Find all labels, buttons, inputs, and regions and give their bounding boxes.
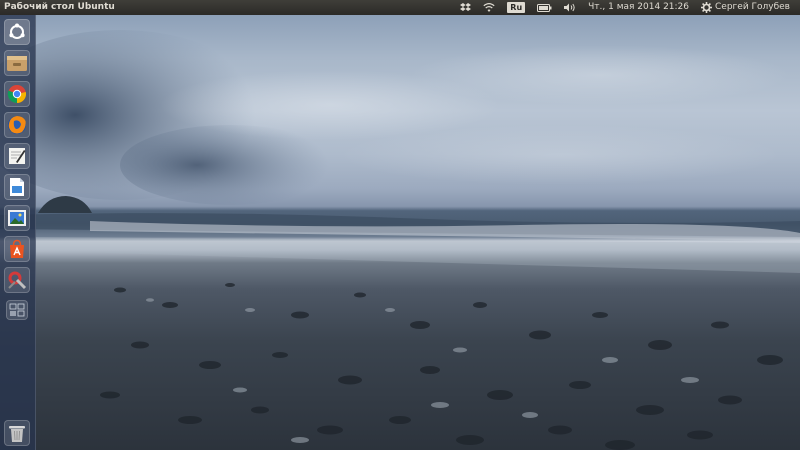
indicator-area: Ru Чт., 1 мая 2014 21:26 Сергей Голубев: [454, 0, 796, 15]
launcher-text-editor[interactable]: [4, 143, 30, 169]
launcher-system-settings[interactable]: [4, 267, 30, 293]
dropbox-indicator[interactable]: [454, 0, 477, 15]
beach-scene: [0, 30, 800, 450]
launcher-firefox[interactable]: [4, 112, 30, 138]
rock-silhouette: [38, 196, 92, 213]
language-badge: Ru: [507, 2, 526, 13]
pebbles: [100, 283, 783, 450]
window-title: Рабочий стол Ubuntu: [4, 2, 115, 12]
system-settings-icon: [8, 271, 27, 290]
launcher-trash[interactable]: [4, 420, 30, 446]
dropbox-icon: [460, 2, 472, 11]
document-icon: [10, 178, 24, 196]
chrome-icon: [7, 85, 27, 104]
text-editor-icon: [9, 148, 26, 164]
session-indicator[interactable]: Сергей Голубев: [695, 0, 796, 15]
network-indicator[interactable]: [477, 0, 501, 15]
session-gear-icon: [701, 2, 713, 13]
datetime-indicator[interactable]: Чт., 1 мая 2014 21:26: [582, 0, 695, 15]
launcher-workspace-switcher[interactable]: [6, 300, 28, 320]
wifi-icon: [483, 3, 495, 12]
desktop-wallpaper: [0, 15, 800, 450]
launcher-files[interactable]: [4, 50, 30, 76]
ubuntu-logo-icon: [9, 23, 25, 39]
unity-launcher: [0, 15, 36, 450]
workspace-switcher-icon: [9, 303, 25, 317]
launcher-image-viewer[interactable]: [4, 205, 30, 231]
launcher-software-center[interactable]: [4, 236, 30, 262]
user-name: Сергей Голубев: [715, 2, 790, 12]
battery-indicator[interactable]: [531, 0, 558, 15]
sound-indicator[interactable]: [558, 0, 582, 15]
software-center-icon: [10, 239, 24, 258]
file-manager-icon: [7, 56, 27, 71]
volume-icon: [564, 3, 575, 12]
firefox-icon: [8, 116, 26, 134]
image-viewer-icon: [8, 210, 26, 226]
launcher-dash-home[interactable]: [4, 19, 30, 45]
launcher-writer[interactable]: [4, 174, 30, 200]
trash-icon: [9, 426, 25, 442]
launcher-chrome[interactable]: [4, 81, 30, 107]
battery-icon: [537, 3, 552, 12]
keyboard-layout-indicator[interactable]: Ru: [501, 0, 531, 15]
top-panel: Рабочий стол Ubuntu Ru Чт., 1 мая 2014 2…: [0, 0, 800, 15]
